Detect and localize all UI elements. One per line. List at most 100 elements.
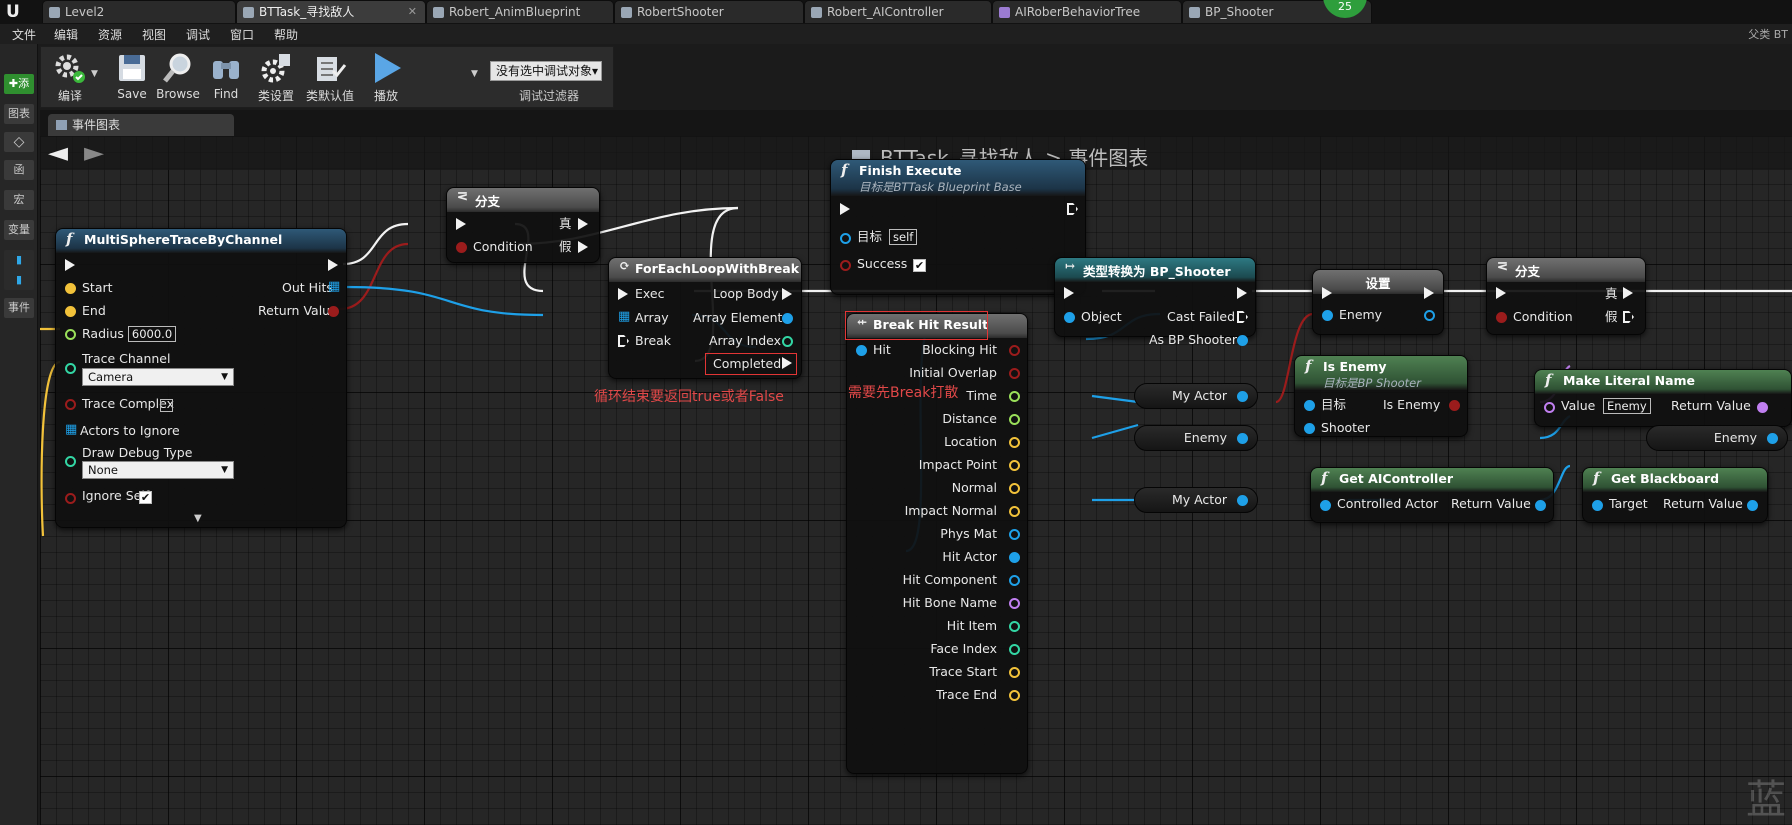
int-pin[interactable]: [1009, 644, 1020, 655]
object-pin[interactable]: [1592, 500, 1603, 511]
node-is-enemy[interactable]: f Is Enemy 目标是BP Shooter 目标 Shooter Is Ene…: [1294, 355, 1468, 437]
object-pin[interactable]: [1064, 312, 1075, 323]
name-value-input[interactable]: Enemy: [1603, 398, 1651, 414]
exec-break-pin[interactable]: [618, 335, 629, 347]
ignore-self-checkbox[interactable]: ✔: [139, 491, 152, 504]
object-pin[interactable]: [1304, 400, 1315, 411]
bool-pin[interactable]: [65, 493, 76, 504]
section-variables[interactable]: 变量: [4, 220, 34, 240]
exec-cast-failed-pin[interactable]: [1237, 311, 1248, 323]
struct-pin[interactable]: [856, 345, 867, 356]
tab-ai-controller[interactable]: Robert_AIController: [804, 0, 992, 23]
object-pin[interactable]: [1009, 575, 1020, 586]
object-pin[interactable]: [840, 233, 851, 244]
node-make-literal-name[interactable]: f Make Literal Name Value Enemy Return Va…: [1534, 369, 1792, 427]
tab-robert-shooter[interactable]: RobertShooter: [614, 0, 804, 23]
find-button[interactable]: Find: [199, 49, 253, 105]
exec-in-pin[interactable]: [1064, 287, 1074, 299]
class-defaults-button[interactable]: 类默认值: [303, 49, 357, 105]
float-pin[interactable]: [1009, 414, 1020, 425]
int-pin[interactable]: [1009, 621, 1020, 632]
object-pin[interactable]: [1237, 335, 1248, 346]
array-pin-icon[interactable]: ▦: [65, 422, 77, 438]
tab-bttask[interactable]: BTTask_寻找敌人 ✕: [236, 0, 426, 23]
object-pin[interactable]: [1009, 529, 1020, 540]
play-button[interactable]: 播放: [359, 49, 413, 105]
exec-out-pin[interactable]: [1424, 287, 1434, 299]
draw-debug-select[interactable]: None ▼: [82, 461, 234, 479]
vector-pin[interactable]: [1009, 667, 1020, 678]
object-pin[interactable]: [1237, 433, 1248, 444]
bool-pin[interactable]: [1009, 368, 1020, 379]
name-pin[interactable]: [1757, 402, 1768, 413]
exec-loop-body-pin[interactable]: [782, 288, 792, 300]
vector-pin[interactable]: [1009, 483, 1020, 494]
section-macros[interactable]: 宏: [4, 190, 34, 210]
node-foreach-loop-break[interactable]: ⟳ ForEachLoopWithBreak Exec ▦ Array Break…: [608, 257, 802, 379]
bool-pin[interactable]: [1496, 312, 1507, 323]
enum-pin[interactable]: [65, 363, 76, 374]
event-graph-canvas[interactable]: ◄ ► BTTask_寻找敌人 > 事件图表 f MultiSphereTrace…: [40, 136, 1792, 825]
radius-input[interactable]: 6000.0: [127, 326, 177, 342]
success-checkbox[interactable]: ✔: [913, 259, 926, 272]
tab-behavior-tree[interactable]: AIRoberBehaviorTree: [992, 0, 1182, 23]
trace-channel-select[interactable]: Camera ▼: [82, 368, 234, 386]
menu-view[interactable]: 视图: [142, 26, 166, 43]
node-branch-1[interactable]: ⋜ 分支 Condition 真 假: [446, 187, 600, 263]
tab-anim-blueprint[interactable]: Robert_AnimBlueprint: [426, 0, 614, 23]
exec-out-pin[interactable]: [1237, 287, 1247, 299]
menu-file[interactable]: 文件: [12, 26, 36, 43]
vector-pin[interactable]: [1009, 460, 1020, 471]
compile-button[interactable]: 编译: [43, 49, 97, 105]
var-get-enemy-2[interactable]: Enemy: [1646, 425, 1788, 451]
exec-false-pin[interactable]: [1623, 311, 1634, 323]
object-pin[interactable]: [1424, 310, 1435, 321]
array-pin-icon[interactable]: ▦: [618, 309, 630, 325]
play-options-dropdown[interactable]: ▼: [471, 69, 478, 79]
node-finish-execute[interactable]: f Finish Execute 目标是BTTask Blueprint Base …: [830, 159, 1086, 295]
int-pin[interactable]: [782, 336, 793, 347]
exec-in-pin[interactable]: [618, 288, 628, 300]
bool-pin[interactable]: [1449, 400, 1460, 411]
object-pin[interactable]: [1535, 500, 1546, 511]
graph-icon[interactable]: ◇: [4, 132, 34, 152]
class-settings-button[interactable]: 类设置: [249, 49, 303, 105]
debug-object-select[interactable]: 没有选中调试对象▾: [490, 61, 602, 81]
exec-false-pin[interactable]: [578, 241, 588, 253]
node-multi-sphere-trace[interactable]: f MultiSphereTraceByChannel Start End Rad…: [55, 228, 347, 528]
menu-asset[interactable]: 资源: [98, 26, 122, 43]
object-pin[interactable]: [1320, 500, 1331, 511]
vector-pin[interactable]: [1009, 506, 1020, 517]
vector-pin[interactable]: [1009, 690, 1020, 701]
var-get-enemy[interactable]: Enemy: [1134, 425, 1258, 451]
section-graphs[interactable]: 图表: [4, 104, 34, 124]
var-get-my-actor[interactable]: My Actor: [1134, 383, 1258, 409]
section-event-dispatchers[interactable]: 事件: [4, 298, 34, 318]
expand-arrow-icon[interactable]: ▼: [194, 511, 202, 527]
tab-event-graph[interactable]: 事件图表: [48, 114, 234, 136]
node-branch-2[interactable]: ⋜ 分支 Condition 真 假: [1486, 257, 1646, 335]
exec-in-pin[interactable]: [1322, 287, 1332, 299]
menu-edit[interactable]: 编辑: [54, 26, 78, 43]
target-self-input[interactable]: self: [889, 229, 918, 245]
add-new-button[interactable]: ✚添: [4, 74, 34, 94]
node-get-ai-controller[interactable]: f Get AIController Controlled Actor Retur…: [1310, 467, 1554, 523]
float-pin[interactable]: [1009, 391, 1020, 402]
exec-in-pin[interactable]: [65, 259, 75, 271]
vector-pin[interactable]: [65, 283, 76, 294]
name-pin[interactable]: [1009, 598, 1020, 609]
menu-help[interactable]: 帮助: [274, 26, 298, 43]
menu-window[interactable]: 窗口: [230, 26, 254, 43]
bool-pin[interactable]: [1009, 345, 1020, 356]
object-pin[interactable]: [1237, 495, 1248, 506]
tab-level2[interactable]: Level2: [42, 0, 236, 23]
object-pin[interactable]: [1322, 310, 1333, 321]
compile-options-dropdown[interactable]: ▼: [91, 69, 98, 79]
node-set-enemy[interactable]: 设置 Enemy: [1312, 269, 1444, 335]
exec-in-pin[interactable]: [456, 218, 466, 230]
object-pin[interactable]: [1767, 433, 1778, 444]
exec-true-pin[interactable]: [578, 218, 588, 230]
exec-in-pin[interactable]: [840, 203, 850, 215]
bool-pin[interactable]: [840, 260, 851, 271]
object-pin[interactable]: [1237, 391, 1248, 402]
